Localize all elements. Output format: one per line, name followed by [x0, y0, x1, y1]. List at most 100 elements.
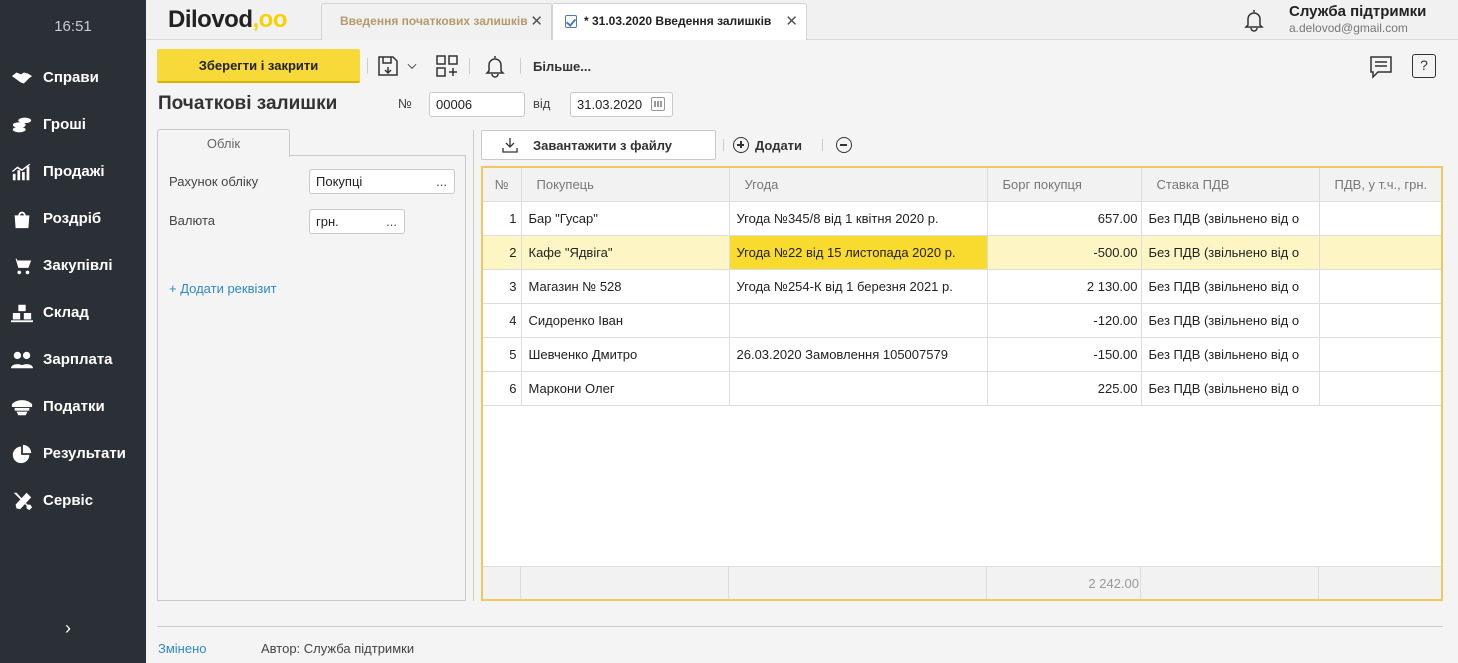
totals-cell [483, 567, 521, 599]
cell-deal[interactable] [729, 371, 988, 406]
currency-field[interactable]: грн. ... [309, 209, 405, 234]
account-field[interactable]: Покупці ... [309, 169, 455, 194]
save-icon[interactable] [375, 53, 401, 79]
sidebar-item-prodazhi[interactable]: Продажі [0, 148, 146, 195]
table-row[interactable]: 5 Шевченко Дмитро 26.03.2020 Замовлення … [483, 337, 1441, 372]
chevron-down-icon[interactable] [403, 53, 421, 79]
cell-deal[interactable]: Угода №345/8 від 1 квітня 2020 р. [729, 201, 988, 236]
column-header-number[interactable]: № [483, 168, 522, 202]
load-from-file-button[interactable]: Завантажити з файлу [481, 130, 716, 160]
sidebar-item-groshi[interactable]: Гроші [0, 101, 146, 148]
tab-current-document[interactable]: * 31.03.2020 Введення залишків ✕ [552, 3, 807, 40]
cell-vat-sum[interactable] [1319, 337, 1441, 372]
cell-debt[interactable]: 225.00 [987, 371, 1142, 406]
column-header-vat-sum[interactable]: ПДВ, у т.ч., грн. [1319, 168, 1441, 202]
tab-label: * 31.03.2020 Введення залишків [584, 14, 772, 28]
totals-cell [521, 567, 729, 599]
bell-icon[interactable] [482, 53, 508, 79]
save-and-close-button[interactable]: Зберегти і закрити [157, 49, 360, 83]
column-header-deal[interactable]: Угода [729, 168, 988, 202]
column-header-buyer[interactable]: Покупець [521, 168, 730, 202]
currency-select-button[interactable]: ... [386, 210, 397, 233]
changed-link[interactable]: Змінено [158, 641, 207, 656]
currency-value: грн. [316, 214, 339, 229]
cell-vat-rate[interactable]: Без ПДВ (звільнено від о [1141, 303, 1320, 338]
column-header-vat-rate[interactable]: Ставка ПДВ [1141, 168, 1320, 202]
cell-vat-rate[interactable]: Без ПДВ (звільнено від о [1141, 269, 1320, 304]
table-row[interactable]: 2 Кафе "Ядвіга" Угода №22 від 15 листопа… [483, 235, 1441, 270]
tab-initial-balances[interactable]: Введення початкових залишків ✕ [321, 3, 552, 40]
close-icon[interactable]: ✕ [785, 12, 798, 30]
cell-debt[interactable]: 657.00 [987, 201, 1142, 236]
sidebar-item-servis[interactable]: Сервіс [0, 477, 146, 524]
download-icon [502, 138, 518, 153]
column-header-debt[interactable]: Борг покупця [987, 168, 1142, 202]
cell-buyer[interactable]: Маркони Олег [521, 371, 730, 406]
user-email: a.delovod@gmail.com [1289, 21, 1408, 35]
document-number-input[interactable]: 00006 [429, 92, 525, 117]
toolbar-divider [469, 58, 470, 74]
cell-buyer[interactable]: Магазин № 528 [521, 269, 730, 304]
cell-deal[interactable]: Угода №22 від 15 листопада 2020 р. [729, 235, 988, 270]
cell-debt[interactable]: -120.00 [987, 303, 1142, 338]
cell-number: 4 [483, 303, 522, 338]
sidebar-item-zakupivli[interactable]: Закупівлі [0, 242, 146, 289]
cell-number: 3 [483, 269, 522, 304]
cell-vat-sum[interactable] [1319, 371, 1441, 406]
cart-icon [9, 255, 35, 277]
calendar-icon[interactable] [651, 97, 665, 111]
sidebar-item-zarplata[interactable]: Зарплата [0, 336, 146, 383]
cell-buyer[interactable]: Сидоренко Іван [521, 303, 730, 338]
cell-debt[interactable]: -500.00 [987, 235, 1142, 270]
sidebar-item-spravy[interactable]: Справи [0, 54, 146, 101]
user-name[interactable]: Служба підтримки [1289, 3, 1426, 20]
sidebar-item-label: Зарплата [43, 351, 113, 368]
chevron-right-icon[interactable]: › [58, 618, 78, 642]
add-grid-icon[interactable] [434, 53, 460, 79]
table-row[interactable]: 6 Маркони Олег 225.00 Без ПДВ (звільнено… [483, 371, 1441, 406]
bell-icon[interactable] [1242, 8, 1266, 32]
data-grid: № Покупець Угода Борг покупця Ставка ПДВ… [481, 166, 1443, 601]
number-label: № [398, 96, 412, 111]
logo-text: Dilovod [168, 6, 253, 33]
table-row[interactable]: 3 Магазин № 528 Угода №254-К від 1 берез… [483, 269, 1441, 304]
add-row-button[interactable]: Додати [733, 137, 802, 153]
help-icon[interactable]: ? [1412, 54, 1436, 78]
cell-debt[interactable]: 2 130.00 [987, 269, 1142, 304]
tab-oblik[interactable]: Облік [157, 129, 290, 157]
cell-vat-sum[interactable] [1319, 201, 1441, 236]
grid-totals-row: 2 242.00 [483, 566, 1441, 599]
add-requisite-link[interactable]: + Додати реквізит [169, 281, 277, 296]
load-from-file-label: Завантажити з файлу [533, 138, 673, 153]
cell-debt[interactable]: -150.00 [987, 337, 1142, 372]
cell-buyer[interactable]: Бар "Гусар" [521, 201, 730, 236]
cell-vat-rate[interactable]: Без ПДВ (звільнено від о [1141, 201, 1320, 236]
sidebar-item-podatky[interactable]: Податки [0, 383, 146, 430]
cell-buyer[interactable]: Кафе "Ядвіга" [521, 235, 730, 270]
sidebar-item-sklad[interactable]: Склад [0, 289, 146, 336]
sidebar-item-rezultaty[interactable]: Результати [0, 430, 146, 477]
cell-vat-rate[interactable]: Без ПДВ (звільнено від о [1141, 371, 1320, 406]
sidebar-item-rozdrib[interactable]: Роздріб [0, 195, 146, 242]
cell-vat-rate[interactable]: Без ПДВ (звільнено від о [1141, 337, 1320, 372]
table-row[interactable]: 1 Бар "Гусар" Угода №345/8 від 1 квітня … [483, 201, 1441, 236]
table-row[interactable]: 4 Сидоренко Іван -120.00 Без ПДВ (звільн… [483, 303, 1441, 338]
cell-vat-rate[interactable]: Без ПДВ (звільнено від о [1141, 235, 1320, 270]
cell-number: 6 [483, 371, 522, 406]
total-debt: 2 242.00 [1088, 576, 1139, 591]
more-button[interactable]: Більше... [533, 59, 591, 74]
account-select-button[interactable]: ... [436, 170, 447, 193]
cell-vat-sum[interactable] [1319, 235, 1441, 270]
panel-splitter[interactable] [473, 130, 474, 601]
cell-buyer[interactable]: Шевченко Дмитро [521, 337, 730, 372]
minus-circle-icon[interactable] [836, 137, 852, 153]
chat-icon[interactable] [1368, 54, 1394, 80]
plus-circle-icon [733, 137, 749, 153]
cell-deal[interactable]: Угода №254-К від 1 березня 2021 р. [729, 269, 988, 304]
people-icon [9, 349, 35, 371]
cell-deal[interactable]: 26.03.2020 Замовлення 105007579 [729, 337, 988, 372]
cell-vat-sum[interactable] [1319, 303, 1441, 338]
cell-deal[interactable] [729, 303, 988, 338]
close-icon[interactable]: ✕ [530, 12, 543, 30]
cell-vat-sum[interactable] [1319, 269, 1441, 304]
